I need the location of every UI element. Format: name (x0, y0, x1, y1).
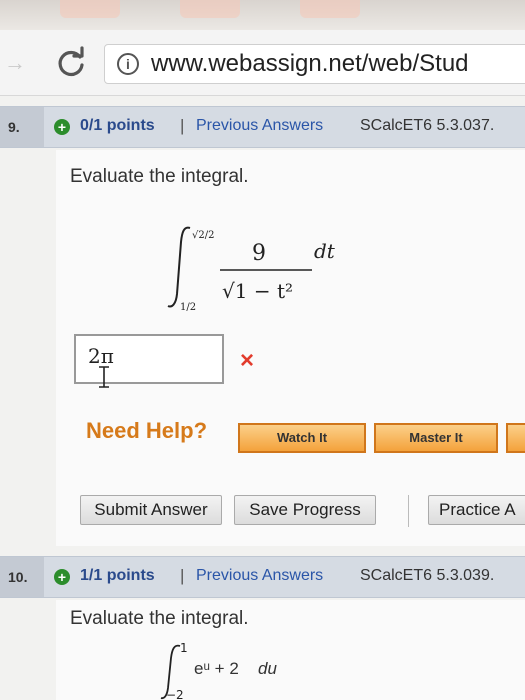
points-score: 1/1 points (80, 567, 155, 584)
integral-lower-limit: −2 (166, 688, 184, 700)
textbook-reference: SCalcET6 5.3.039. (360, 567, 495, 584)
question-panel: Evaluate the integral. √2/2 1/2 9 √1 − t… (56, 150, 525, 546)
tab-hint[interactable] (60, 0, 120, 18)
question-panel: Evaluate the integral. 1 −2 eᵘ + 2 du (56, 600, 525, 700)
integral-differential: dt (314, 239, 336, 263)
info-icon[interactable]: i (117, 53, 139, 75)
fraction-denominator: √1 − t² (222, 279, 293, 303)
reload-icon[interactable] (54, 46, 88, 80)
integral-expression: 1 −2 eᵘ + 2 du (160, 641, 277, 700)
question-prompt: Evaluate the integral. (70, 608, 249, 629)
fraction-numerator: 9 (252, 241, 266, 266)
browser-tab-strip (0, 0, 525, 30)
question-header: 10. + 1/1 points | Previous Answers SCal… (0, 556, 525, 598)
header-separator: | (180, 566, 185, 585)
need-help-label: Need Help? (86, 418, 208, 443)
master-it-button[interactable]: Master It (374, 423, 498, 453)
previous-answers-link[interactable]: Previous Answers (196, 117, 323, 135)
tab-hint[interactable] (180, 0, 240, 18)
incorrect-x-icon: × (240, 347, 255, 374)
expand-plus-icon[interactable]: + (54, 569, 70, 585)
text-cursor-icon (99, 366, 109, 388)
integral-differential: du (258, 659, 277, 678)
button-divider (408, 495, 409, 527)
question-prompt: Evaluate the integral. (70, 166, 249, 187)
watch-it-button[interactable]: Watch It (238, 423, 366, 453)
tab-hint[interactable] (300, 0, 360, 18)
address-bar[interactable]: i www.webassign.net/web/Stud (104, 44, 525, 84)
question-number: 9. (0, 107, 44, 147)
integrand: eᵘ + 2 (194, 659, 239, 678)
points-score: 0/1 points (80, 117, 155, 134)
question-number: 10. (0, 557, 44, 597)
url-text[interactable]: www.webassign.net/web/Stud (151, 50, 469, 78)
submit-answer-button[interactable]: Submit Answer (80, 495, 222, 525)
save-progress-button[interactable]: Save Progress (234, 495, 376, 525)
textbook-reference: SCalcET6 5.3.037. (360, 117, 495, 134)
answer-value[interactable]: 2π (88, 344, 114, 368)
browser-toolbar: → i www.webassign.net/web/Stud (0, 30, 525, 96)
question-header: 9. + 0/1 points | Previous Answers SCalc… (0, 106, 525, 148)
expand-plus-icon[interactable]: + (54, 119, 70, 135)
integral-upper-limit: 1 (180, 641, 188, 655)
integral-lower-limit: 1/2 (180, 302, 196, 313)
header-separator: | (180, 116, 185, 135)
previous-answers-link[interactable]: Previous Answers (196, 567, 323, 585)
integral-expression: √2/2 1/2 9 √1 − t² dt (167, 226, 336, 313)
integral-upper-limit: √2/2 (192, 230, 214, 241)
practice-another-button[interactable]: Practice A (428, 495, 525, 525)
answer-input[interactable]: 2π (74, 334, 224, 388)
extra-help-button[interactable] (506, 423, 525, 453)
forward-arrow-icon[interactable]: → (4, 52, 32, 74)
